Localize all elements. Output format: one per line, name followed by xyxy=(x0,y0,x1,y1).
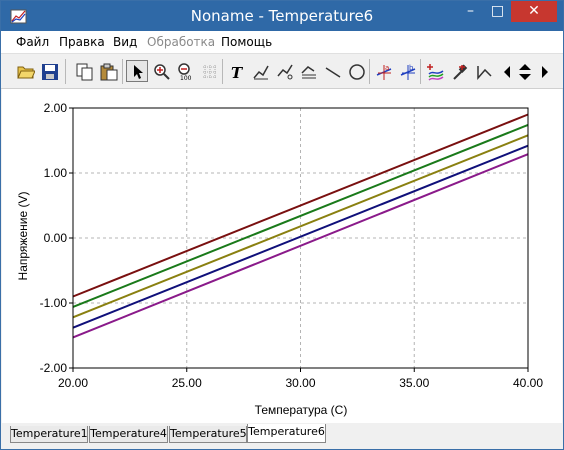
series-line-1 xyxy=(72,113,529,298)
toolbar: 100 T a b xyxy=(1,54,563,89)
text-icon[interactable]: T xyxy=(225,60,247,82)
chart[interactable]: 20.00 25.00 30.00 35.00 40.00 2.00 1.00 0.00 -1… xyxy=(2,89,562,423)
menu-edit[interactable]: Правка xyxy=(59,35,105,49)
toolbar-separator xyxy=(222,59,223,84)
y-tick-label: -2.00 xyxy=(40,361,68,375)
probe-icon[interactable] xyxy=(448,60,470,82)
toolbar-separator xyxy=(369,59,370,84)
cursor-a-label: a xyxy=(385,64,389,72)
tab-temperature6[interactable]: Temperature6 xyxy=(247,424,326,443)
x-tick-label: 20.00 xyxy=(58,376,88,390)
line-icon[interactable] xyxy=(321,60,343,82)
x-tick-label: 25.00 xyxy=(172,376,202,390)
zoom-100-icon[interactable]: 100 xyxy=(174,60,196,82)
y-axis-ticks: 2.00 1.00 0.00 -1.00 -2.00 xyxy=(40,101,73,375)
menu-view[interactable]: Вид xyxy=(113,35,137,49)
annotate-1-icon[interactable] xyxy=(249,60,271,82)
sheet-tabs: Temperature1 Temperature4 Temperature5 T… xyxy=(1,423,563,449)
paste-icon[interactable] xyxy=(97,60,119,82)
tab-temperature5[interactable]: Temperature5 xyxy=(169,426,247,443)
minimize-button[interactable]: – xyxy=(457,1,484,22)
open-icon[interactable] xyxy=(14,60,36,82)
tab-temperature4[interactable]: Temperature4 xyxy=(89,426,168,443)
y-tick-label: 2.00 xyxy=(44,101,68,115)
text-tool-label: T xyxy=(231,64,244,81)
scroll-left-icon[interactable] xyxy=(498,60,512,82)
menu-bar: Файл Правка Вид Обработка Помощь xyxy=(1,31,563,54)
scroll-updown-icon[interactable] xyxy=(513,60,535,82)
x-axis-ticks: 20.00 25.00 30.00 35.00 40.00 xyxy=(58,368,543,390)
zoom-in-icon[interactable] xyxy=(150,60,172,82)
menu-processing[interactable]: Обработка xyxy=(147,35,215,49)
plot-area[interactable]: 20.00 25.00 30.00 35.00 40.00 2.00 1.00 0.00 -1… xyxy=(2,89,562,423)
annotate-3-icon[interactable] xyxy=(297,60,319,82)
y-tick-label: -1.00 xyxy=(40,296,68,310)
toolbar-separator xyxy=(420,59,421,84)
grid xyxy=(72,107,529,369)
toolbar-separator xyxy=(122,59,123,84)
y-tick-label: 1.00 xyxy=(44,166,68,180)
save-icon[interactable] xyxy=(38,60,60,82)
marker-icon[interactable] xyxy=(472,60,494,82)
x-tick-label: 35.00 xyxy=(399,376,429,390)
menu-file[interactable]: Файл xyxy=(16,35,49,49)
x-axis-label: Температура (C) xyxy=(255,403,348,417)
ellipse-icon[interactable] xyxy=(345,60,367,82)
pointer-icon[interactable] xyxy=(126,60,148,82)
maximize-button[interactable]: □ xyxy=(484,1,511,22)
close-button[interactable]: ✕ xyxy=(511,1,557,22)
cursor-b-icon[interactable]: b xyxy=(396,60,418,82)
copy-icon[interactable] xyxy=(73,60,95,82)
cursor-b-label: b xyxy=(409,64,414,72)
add-trace-icon[interactable] xyxy=(424,60,446,82)
title-bar[interactable]: Noname - Temperature6 – □ ✕ xyxy=(1,1,563,31)
y-tick-label: 0.00 xyxy=(44,231,68,245)
menu-help[interactable]: Помощь xyxy=(221,35,272,49)
x-tick-label: 30.00 xyxy=(285,376,315,390)
x-tick-label: 40.00 xyxy=(513,376,543,390)
cursor-a-icon[interactable]: a xyxy=(372,60,394,82)
app-window: Noname - Temperature6 – □ ✕ Файл Правка … xyxy=(0,0,564,450)
annotate-2-icon[interactable] xyxy=(273,60,295,82)
tab-temperature1[interactable]: Temperature1 xyxy=(10,426,88,443)
zoom-100-label: 100 xyxy=(180,75,192,81)
grid-icon[interactable] xyxy=(198,60,220,82)
scroll-right-icon[interactable] xyxy=(536,60,550,82)
toolbar-separator xyxy=(65,59,66,84)
series-lines xyxy=(72,113,529,339)
y-axis-label: Напряжение (V) xyxy=(16,192,30,281)
